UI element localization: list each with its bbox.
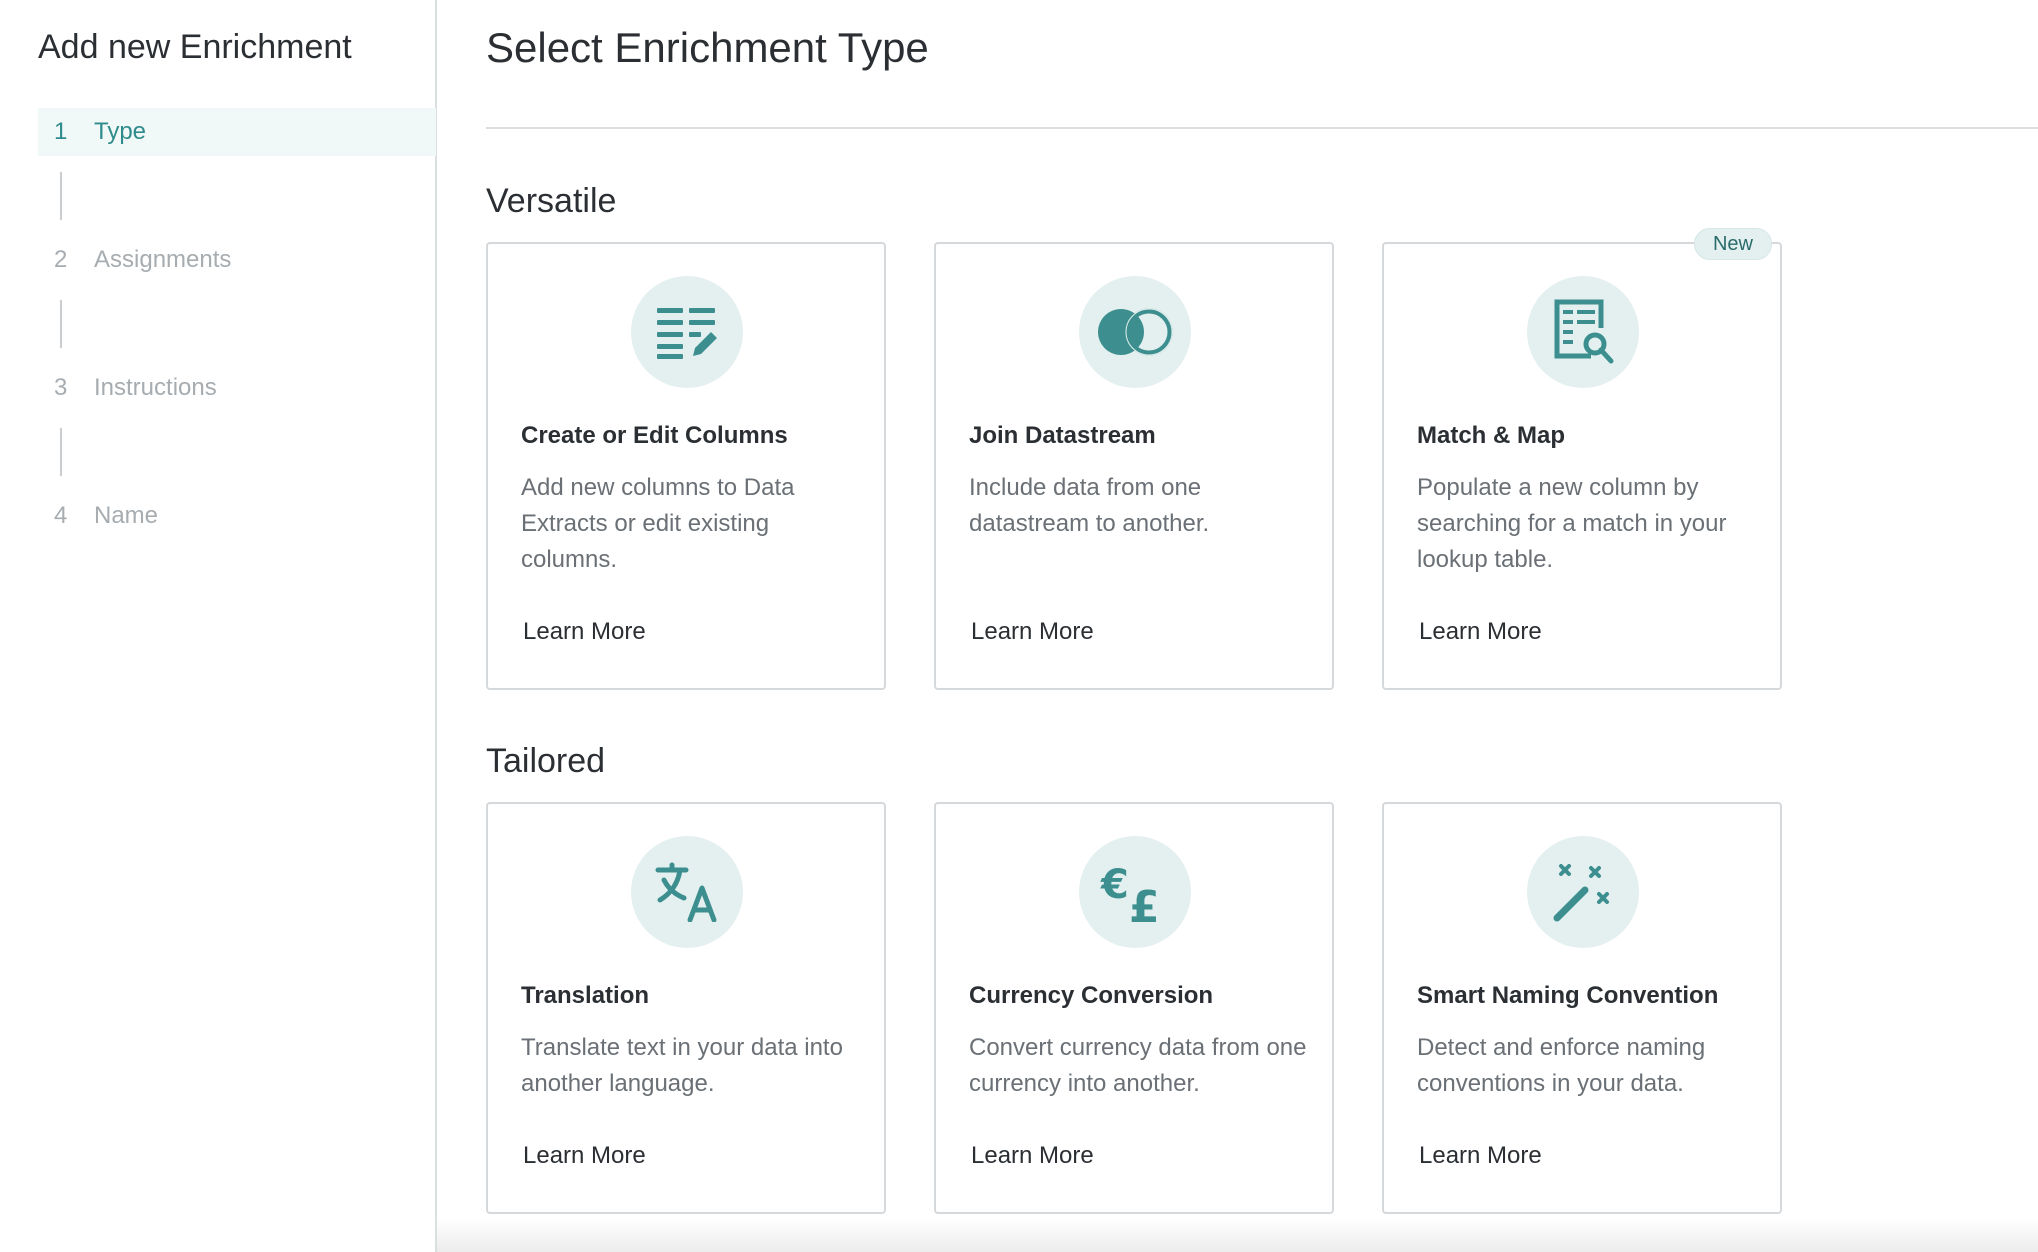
step-number: 4 bbox=[54, 502, 68, 529]
translate-icon bbox=[631, 836, 743, 948]
sidebar: Add new Enrichment 1 Type 2 Assignments … bbox=[0, 0, 437, 1252]
step-instructions[interactable]: 3 Instructions bbox=[38, 364, 436, 412]
step-label: Type bbox=[94, 118, 147, 145]
new-badge: New bbox=[1693, 228, 1772, 260]
main-content: Select Enrichment Type Versatile Create … bbox=[437, 0, 2038, 1252]
card-title: Join Datastream bbox=[969, 422, 1156, 449]
step-number: 3 bbox=[54, 374, 68, 401]
step-assignments[interactable]: 2 Assignments bbox=[38, 236, 436, 284]
join-circles-icon bbox=[1079, 276, 1191, 388]
learn-more-link[interactable]: Learn More bbox=[971, 618, 1094, 646]
step-number: 2 bbox=[54, 246, 68, 273]
page-title: Select Enrichment Type bbox=[486, 24, 929, 71]
step-label: Name bbox=[94, 502, 159, 529]
learn-more-link[interactable]: Learn More bbox=[1419, 618, 1542, 646]
bottom-scroll-shadow bbox=[437, 1218, 2038, 1252]
section-title-versatile: Versatile bbox=[486, 182, 617, 220]
card-description: Detect and enforce naming conventions in… bbox=[1417, 1034, 1706, 1097]
card-create-edit-columns[interactable]: Create or Edit Columns Add new columns t… bbox=[486, 242, 886, 690]
learn-more-link[interactable]: Learn More bbox=[971, 1142, 1094, 1170]
magic-wand-icon bbox=[1527, 836, 1639, 948]
card-description: Include data from one datastream to anot… bbox=[969, 474, 1210, 537]
sidebar-title: Add new Enrichment bbox=[38, 28, 352, 66]
card-description: Translate text in your data into another… bbox=[521, 1034, 843, 1097]
step-label: Instructions bbox=[94, 374, 217, 401]
card-description: Add new columns to Data Extracts or edit… bbox=[521, 474, 795, 573]
card-smart-naming[interactable]: Smart Naming Convention Detect and enfor… bbox=[1382, 802, 1782, 1214]
card-description: Convert currency data from one currency … bbox=[969, 1034, 1307, 1097]
section-title-tailored: Tailored bbox=[486, 742, 606, 780]
card-title: Smart Naming Convention bbox=[1417, 982, 1719, 1009]
card-description: Populate a new column by searching for a… bbox=[1417, 474, 1727, 573]
step-connector bbox=[60, 172, 62, 220]
card-join-datastream[interactable]: Join Datastream Include data from one da… bbox=[934, 242, 1334, 690]
learn-more-link[interactable]: Learn More bbox=[523, 1142, 646, 1170]
card-currency-conversion[interactable]: € £ Currency Conversion Convert currency… bbox=[934, 802, 1334, 1214]
step-connector bbox=[60, 300, 62, 348]
card-title: Match & Map bbox=[1417, 422, 1566, 449]
learn-more-link[interactable]: Learn More bbox=[1419, 1142, 1542, 1170]
step-name[interactable]: 4 Name bbox=[38, 492, 436, 540]
title-divider bbox=[486, 127, 2038, 129]
card-title: Translation bbox=[521, 982, 650, 1009]
card-title: Create or Edit Columns bbox=[521, 422, 788, 449]
step-number: 1 bbox=[54, 118, 68, 145]
step-connector bbox=[60, 428, 62, 476]
learn-more-link[interactable]: Learn More bbox=[523, 618, 646, 646]
app: Add new Enrichment 1 Type 2 Assignments … bbox=[0, 0, 2038, 1252]
currency-icon: € £ bbox=[1079, 836, 1191, 948]
card-match-map[interactable]: New Match & Map Populate a new column by… bbox=[1382, 228, 1782, 690]
step-label: Assignments bbox=[94, 246, 232, 273]
card-translation[interactable]: Translation Translate text in your data … bbox=[486, 802, 886, 1214]
step-type[interactable]: 1 Type bbox=[38, 108, 436, 156]
document-search-icon bbox=[1527, 276, 1639, 388]
edit-columns-icon bbox=[631, 276, 743, 388]
svg-text:£: £ bbox=[1129, 882, 1160, 924]
svg-text:€: € bbox=[1100, 862, 1129, 908]
card-title: Currency Conversion bbox=[969, 982, 1214, 1009]
